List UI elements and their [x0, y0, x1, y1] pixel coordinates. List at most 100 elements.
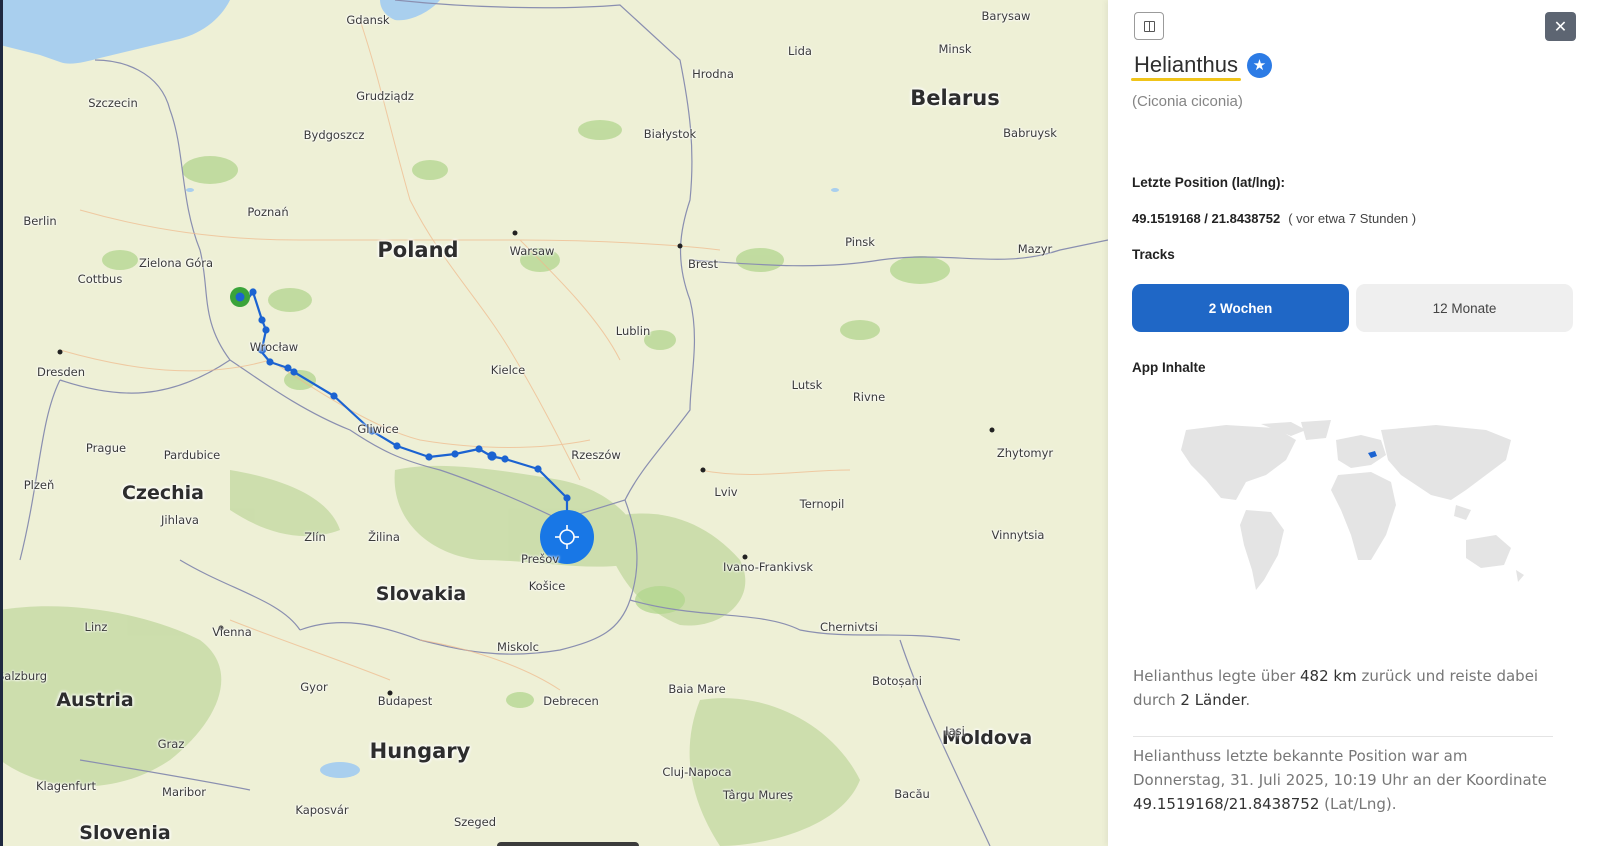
country-label: Slovenia	[79, 822, 171, 844]
coordinate-value: 49.1519168/21.8438752	[1133, 795, 1320, 813]
tab-2-wochen[interactable]: 2 Wochen	[1132, 284, 1349, 332]
city-label: Kielce	[490, 363, 526, 377]
city-label: Zielona Góra	[138, 256, 214, 270]
species-name: (Ciconia ciconia)	[1132, 93, 1243, 110]
city-label: Zhytomyr	[996, 446, 1054, 460]
city-label: Budapest	[377, 694, 433, 708]
window-edge	[0, 0, 3, 846]
city-label: Vinnytsia	[991, 528, 1045, 542]
close-button[interactable]: ✕	[1545, 12, 1576, 41]
bottom-drag-handle[interactable]	[497, 842, 639, 846]
app-content-label: App Inhalte	[1132, 360, 1206, 375]
city-label: Prague	[85, 441, 127, 455]
country-label: Czechia	[121, 482, 205, 504]
city-label: Salzburg	[0, 669, 47, 683]
capital-dot	[512, 230, 518, 236]
city-label: Poznań	[247, 205, 289, 219]
capital-dot	[742, 554, 748, 560]
title-row: Helianthus ★	[1131, 52, 1272, 81]
last-known-position-summary: Helianthuss letzte bekannte Position war…	[1133, 744, 1553, 816]
city-label: Lviv	[714, 485, 738, 499]
city-label: Hrodna	[692, 67, 734, 81]
capital-dot	[989, 427, 995, 433]
city-label: Rivne	[852, 390, 886, 404]
city-label: Kaposvár	[295, 803, 349, 817]
city-label: Iași	[945, 724, 965, 738]
last-position-label: Letzte Position (lat/lng):	[1132, 175, 1285, 190]
city-label: Barysaw	[981, 9, 1031, 23]
close-icon: ✕	[1553, 17, 1568, 36]
city-label: Klagenfurt	[35, 779, 97, 793]
tracks-label: Tracks	[1132, 247, 1175, 262]
city-label: Mazyr	[1017, 242, 1053, 256]
city-label: Lublin	[615, 324, 651, 338]
city-label: Gyor	[300, 680, 328, 694]
city-label: Grudziądz	[356, 89, 414, 103]
time-ago: ( vor etwa 7 Stunden )	[1288, 211, 1417, 226]
last-position-row: 49.1519168 / 21.8438752 ( vor etwa 7 Stun…	[1132, 211, 1416, 226]
city-label: Warsaw	[509, 244, 555, 258]
summary-text: Helianthuss letzte bekannte Position war…	[1133, 747, 1547, 789]
city-label: Botoșani	[872, 674, 922, 688]
city-label: Pardubice	[163, 448, 221, 462]
map-view[interactable]: Poland Belarus Czechia Slovakia Austria …	[0, 0, 1108, 846]
map-base	[0, 0, 1108, 846]
city-label: Szczecin	[88, 96, 138, 110]
summary-text: .	[1245, 691, 1251, 709]
summary-text: (Lat/Lng).	[1319, 795, 1397, 813]
city-label: Berlin	[23, 214, 57, 228]
city-label: Vienna	[212, 625, 252, 639]
city-label: Rzeszów	[571, 448, 621, 462]
distance-summary: Helianthus legte über 482 km zurück und …	[1133, 664, 1553, 712]
city-label: Lutsk	[791, 378, 823, 392]
collapse-panel-button[interactable]	[1134, 12, 1164, 40]
city-label: Cottbus	[77, 272, 123, 286]
divider	[1133, 736, 1553, 737]
city-label: Miskolc	[497, 640, 539, 654]
capital-dot	[57, 349, 63, 355]
app-root: Poland Belarus Czechia Slovakia Austria …	[0, 0, 1603, 846]
city-label: Jihlava	[161, 513, 199, 527]
city-label: Minsk	[938, 42, 972, 56]
bird-detail-panel: ✕ Helianthus ★ (Ciconia ciconia) Letzte …	[1108, 0, 1603, 846]
city-label: Chernivtsi	[820, 620, 878, 634]
coordinates-value: 49.1519168 / 21.8438752	[1132, 211, 1281, 226]
countries-count: 2 Länder	[1180, 691, 1246, 709]
summary-text: Helianthus legte über	[1133, 667, 1301, 685]
sidebar-collapse-icon	[1143, 20, 1155, 32]
city-label: Ternopil	[799, 497, 845, 511]
city-label: Bydgoszcz	[303, 128, 365, 142]
city-label: Ivano-Frankivsk	[722, 560, 814, 574]
city-label: Târgu Mureș	[722, 788, 794, 802]
capital-dot	[700, 467, 706, 473]
city-label: Dresden	[36, 365, 86, 379]
city-label: Debrecen	[543, 694, 599, 708]
city-label: Plzeň	[23, 478, 55, 492]
city-label: Szeged	[453, 815, 497, 829]
country-label: Slovakia	[375, 583, 467, 605]
country-label: Austria	[56, 689, 134, 711]
city-label: Žilina	[368, 530, 400, 544]
city-label: Bacău	[894, 787, 930, 801]
country-label: Belarus	[910, 86, 1000, 110]
distance-value: 482 km	[1300, 667, 1357, 685]
city-label: Cluj-Napoca	[662, 765, 732, 779]
bird-name: Helianthus	[1131, 52, 1241, 81]
capital-dot	[677, 243, 683, 249]
city-label: Pinsk	[845, 235, 875, 249]
tab-12-monate[interactable]: 12 Monate	[1356, 284, 1573, 332]
world-map-thumbnail	[1181, 420, 1524, 590]
city-label: Brest	[688, 257, 718, 271]
city-label: Graz	[157, 737, 185, 751]
city-label: Białystok	[643, 127, 697, 141]
city-label: Linz	[84, 620, 108, 634]
city-label: Babruysk	[1003, 126, 1057, 140]
city-label: Lida	[788, 44, 812, 58]
city-label: Maribor	[162, 785, 206, 799]
city-label: Gdansk	[346, 13, 390, 27]
city-label: Zlín	[304, 530, 326, 544]
city-label: Wrocław	[249, 340, 299, 354]
star-icon[interactable]: ★	[1246, 52, 1272, 78]
city-label: Košice	[528, 579, 566, 593]
country-label: Poland	[377, 238, 459, 262]
